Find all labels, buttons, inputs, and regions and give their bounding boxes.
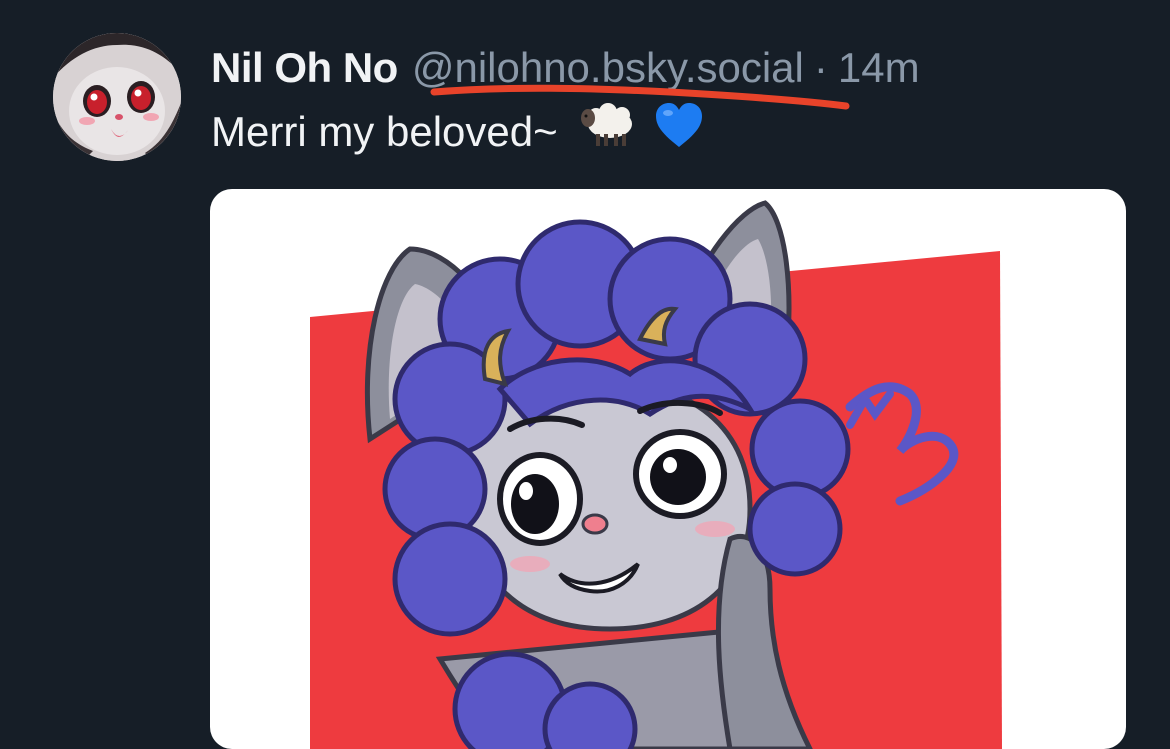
post-body: Merri my beloved~	[211, 101, 704, 163]
avatar-image	[53, 33, 181, 161]
author-avatar[interactable]	[53, 33, 181, 161]
character-artwork	[310, 200, 1002, 749]
post-image[interactable]	[210, 189, 1126, 749]
blue-heart-emoji	[654, 101, 704, 163]
post-text: Merri my beloved~	[211, 108, 558, 155]
sheep-emoji	[580, 100, 636, 164]
author-display-name[interactable]: Nil Oh No	[211, 40, 398, 96]
post-card[interactable]: Nil Oh No @nilohno.bsky.social · 14m Mer…	[0, 0, 1170, 749]
